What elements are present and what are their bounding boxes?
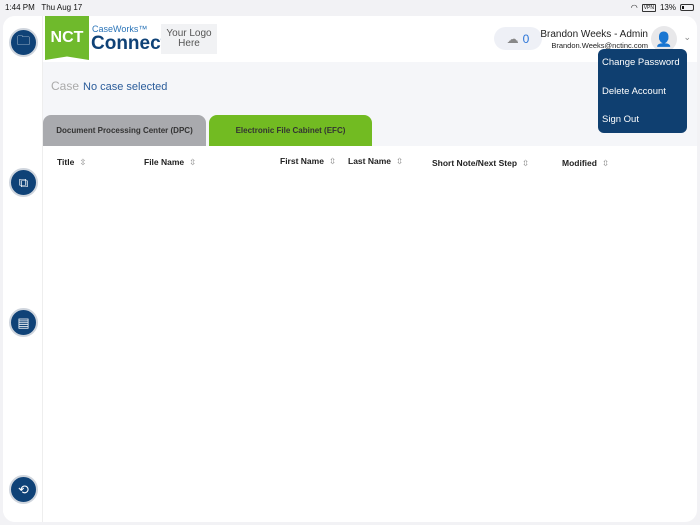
- upload-count: 0: [522, 31, 530, 46]
- sort-icon: ⇳: [189, 157, 197, 167]
- sidebar-dpc-button[interactable]: 🗀: [9, 28, 38, 57]
- column-file-name[interactable]: File Name ⇳: [144, 157, 196, 168]
- status-bar: 1:44 PM Thu Aug 17 ◠ VPN 13%: [0, 0, 700, 14]
- nct-logo: NCT: [45, 16, 89, 60]
- column-first-name[interactable]: First Name ⇳: [280, 156, 336, 167]
- tab-dpc[interactable]: Document Processing Center (DPC): [43, 115, 206, 146]
- sidebar-scan-button[interactable]: ▤: [9, 308, 38, 337]
- chevron-down-icon[interactable]: ⌄: [683, 32, 691, 43]
- column-last-name[interactable]: Last Name ⇳: [348, 156, 403, 167]
- custom-logo-placeholder: Your Logo Here: [161, 24, 217, 54]
- sort-icon: ⇳: [522, 158, 530, 168]
- logo-connect: Connect: [91, 33, 167, 54]
- menu-change-password[interactable]: Change Password: [602, 57, 680, 68]
- battery-icon: [680, 4, 694, 11]
- column-short-note[interactable]: Short Note/Next Step ⇳: [432, 158, 529, 169]
- battery-percent: 13%: [659, 3, 676, 12]
- sidebar-efc-button[interactable]: ⧉: [9, 168, 38, 197]
- sort-icon: ⇳: [396, 156, 404, 166]
- sort-icon: ⇳: [79, 157, 87, 167]
- sidebar: 🗀 ⧉ ▤ ⟲: [3, 16, 43, 522]
- case-value: No case selected: [83, 81, 168, 93]
- table-header: Title ⇳ File Name ⇳ First Name ⇳ Last Name ⇳…: [43, 146, 697, 176]
- wifi-icon: ◠: [630, 3, 638, 12]
- column-title[interactable]: Title ⇳: [57, 157, 86, 168]
- document-scan-icon: ▤: [17, 314, 30, 330]
- app-frame: 🗀 ⧉ ▤ ⟲ NCT CaseWorks™ Connect Your Logo…: [3, 16, 697, 522]
- menu-delete-account[interactable]: Delete Account: [602, 86, 666, 97]
- folder-icon: 🗀: [16, 32, 30, 48]
- status-time: 1:44 PM Thu Aug 17: [5, 3, 83, 12]
- menu-sign-out[interactable]: Sign Out: [602, 114, 639, 125]
- case-label: Case: [51, 79, 80, 93]
- sidebar-sync-button[interactable]: ⟲: [9, 475, 38, 504]
- user-icon: 👤: [655, 30, 673, 47]
- upload-queue-button[interactable]: ☁ 0: [494, 27, 542, 50]
- user-dropdown-menu: Change Password Delete Account Sign Out: [598, 49, 687, 133]
- tab-efc[interactable]: Electronic File Cabinet (EFC): [209, 115, 372, 146]
- cloud-upload-icon: ☁: [506, 31, 519, 46]
- case-selector[interactable]: Case No case selected: [51, 79, 167, 93]
- transfer-icon: ⧉: [18, 174, 29, 190]
- sort-icon: ⇳: [601, 158, 610, 168]
- user-name: Brandon Weeks - Admin: [540, 29, 648, 40]
- vpn-badge: VPN: [641, 3, 656, 12]
- column-modified[interactable]: Modified ⇳: [562, 158, 609, 169]
- sync-icon: ⟲: [18, 481, 29, 497]
- sort-icon: ⇳: [328, 156, 337, 166]
